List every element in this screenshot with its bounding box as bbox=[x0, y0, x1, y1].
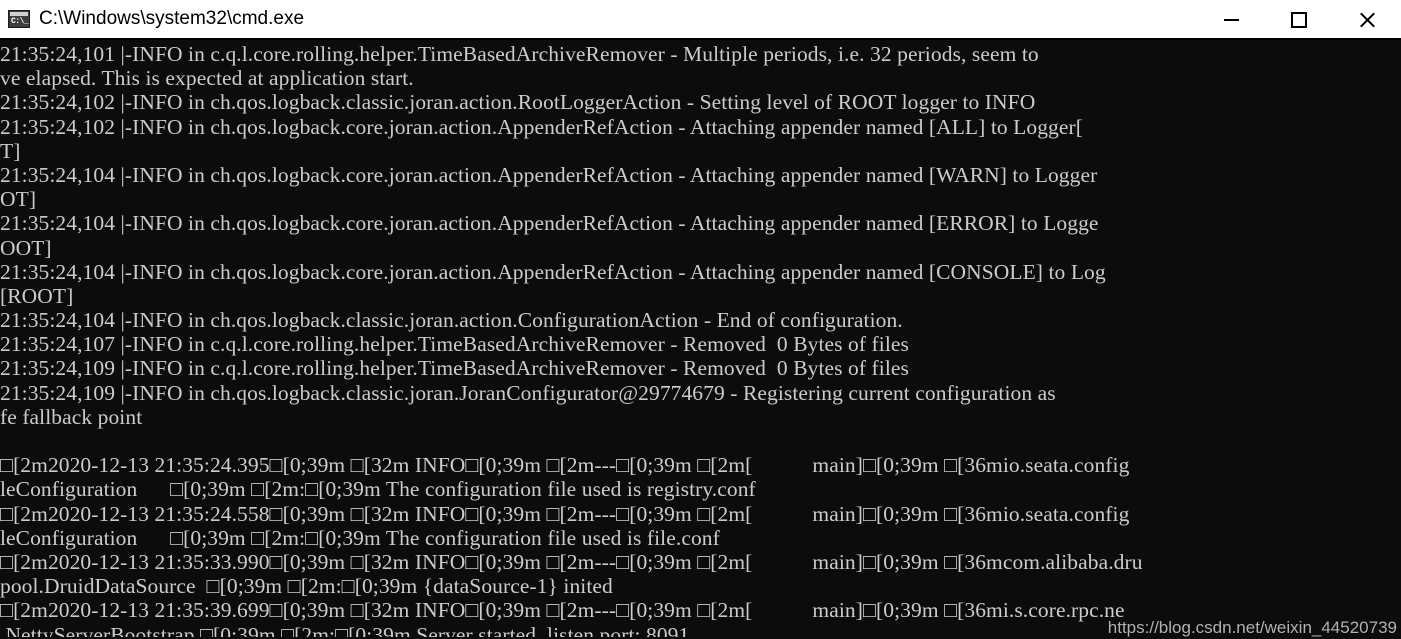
console-line: 21:35:24,109 |-INFO in ch.qos.logback.cl… bbox=[0, 380, 1056, 405]
cmd-window: C:\_ C:\Windows\system32\cmd.exe 21:35:2… bbox=[0, 0, 1401, 639]
console-line: 21:35:24,102 |-INFO in ch.qos.logback.co… bbox=[0, 114, 1083, 139]
console-line: 21:35:24,104 |-INFO in ch.qos.logback.co… bbox=[0, 259, 1106, 284]
console-icon-prompt-text: C:\_ bbox=[11, 17, 29, 26]
console-line: T] bbox=[0, 138, 21, 163]
console-line: □[2m2020-12-13 21:35:24.558□[0;39m □[32m… bbox=[0, 501, 1130, 526]
close-icon bbox=[1359, 12, 1375, 28]
console-line: 21:35:24,104 |-INFO in ch.qos.logback.co… bbox=[0, 211, 1099, 236]
console-line: 21:35:24,107 |-INFO in c.q.l.core.rollin… bbox=[0, 332, 909, 357]
console-line: OT] bbox=[0, 187, 37, 212]
console-line: leConfiguration □[0;39m □[2m:□[0;39m The… bbox=[0, 477, 756, 502]
console-icon-titlebar-stripe bbox=[10, 12, 28, 16]
console-line: [ROOT] bbox=[0, 283, 74, 308]
console-line: ve elapsed. This is expected at applicat… bbox=[0, 66, 414, 91]
console-line: □[2m2020-12-13 21:35:24.395□[0;39m □[32m… bbox=[0, 453, 1130, 478]
title-bar[interactable]: C:\_ C:\Windows\system32\cmd.exe bbox=[0, 0, 1401, 40]
window-title: C:\Windows\system32\cmd.exe bbox=[39, 8, 305, 29]
maximize-icon bbox=[1291, 12, 1307, 28]
console-line: 21:35:24,102 |-INFO in ch.qos.logback.cl… bbox=[0, 90, 1036, 115]
console-line: leConfiguration □[0;39m □[2m:□[0;39m The… bbox=[0, 525, 720, 550]
console-line: 21:35:24,104 |-INFO in ch.qos.logback.co… bbox=[0, 162, 1098, 187]
console-line: pool.DruidDataSource □[0;39m □[2m:□[0;39… bbox=[0, 574, 613, 599]
maximize-button[interactable] bbox=[1265, 0, 1333, 40]
minimize-button[interactable] bbox=[1197, 0, 1265, 40]
window-controls bbox=[1197, 0, 1401, 40]
console-line: 21:35:24,109 |-INFO in c.q.l.core.rollin… bbox=[0, 356, 909, 381]
watermark-text: https://blog.csdn.net/weixin_44520739 bbox=[1107, 618, 1397, 637]
console-output-area[interactable]: 21:35:24,101 |-INFO in c.q.l.core.rollin… bbox=[0, 40, 1401, 637]
console-line: OOT] bbox=[0, 235, 52, 260]
console-text-buffer: 21:35:24,101 |-INFO in c.q.l.core.rollin… bbox=[0, 42, 1401, 637]
close-button[interactable] bbox=[1333, 0, 1401, 40]
minimize-icon bbox=[1223, 19, 1239, 21]
console-line: □[2m2020-12-13 21:35:33.990□[0;39m □[32m… bbox=[0, 549, 1143, 574]
console-icon: C:\_ bbox=[8, 10, 30, 28]
console-line: 21:35:24,101 |-INFO in c.q.l.core.rollin… bbox=[0, 42, 1039, 66]
console-line: 21:35:24,104 |-INFO in ch.qos.logback.cl… bbox=[0, 308, 903, 333]
console-line: fe fallback point bbox=[0, 404, 143, 429]
